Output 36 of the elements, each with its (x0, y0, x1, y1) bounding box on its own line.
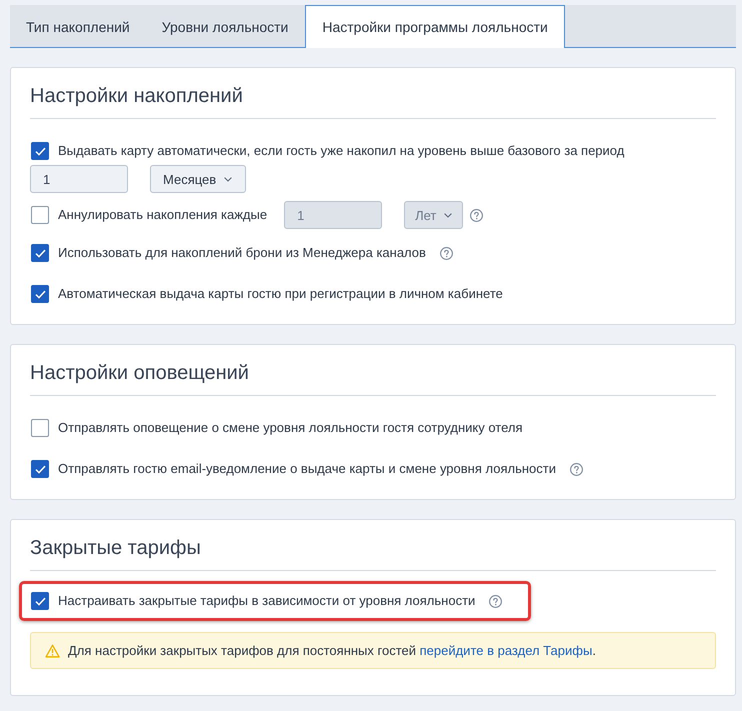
help-icon[interactable] (570, 462, 583, 476)
tab[interactable]: Уровни лояльности (146, 5, 304, 48)
checkmark-icon (34, 596, 46, 606)
checkmark-icon (34, 146, 46, 156)
caret-icon (224, 176, 232, 182)
option-label: Отправлять оповещение о смене уровня лояльности гостя сотруднику отеля (58, 419, 523, 437)
help-icon[interactable] (440, 246, 453, 260)
tab[interactable]: Тип накоплений (10, 5, 146, 48)
checkbox[interactable] (31, 244, 49, 262)
warning-icon (45, 644, 60, 658)
checkbox[interactable] (31, 460, 49, 478)
checkmark-icon (34, 464, 46, 474)
checkmark-icon (34, 248, 46, 258)
period-dropdown[interactable]: Месяцев (150, 165, 246, 193)
option-label: Автоматическая выдача карты гостю при регистрации в личном кабинете (58, 285, 503, 303)
notice-text: Для настройки закрытых тарифов для постоянных гостей перейдите в раздел Тарифы. (68, 643, 596, 658)
tariffs-link[interactable]: перейдите в раздел Тарифы (420, 643, 592, 658)
section-title: Настройки накоплений (30, 84, 244, 109)
option-label: Аннулировать накопления каждые (58, 206, 268, 224)
help-icon[interactable] (470, 208, 484, 222)
option-label: Настраивать закрытые тарифы в зависимости от уровня лояльности (58, 592, 476, 610)
option-label: Использовать для накоплений брони из Менеджера каналов (58, 244, 426, 262)
caret-icon (444, 212, 452, 218)
help-icon[interactable] (489, 594, 502, 608)
number-field[interactable]: 1 (30, 165, 128, 193)
option-label: Выдавать карту автоматически, если гость уже накопил на уровень выше базового за период (58, 142, 624, 160)
tab[interactable]: Настройки программы лояльности (305, 5, 565, 48)
option-label: Отправлять гостю email-уведомление о выдаче карты и смене уровня лояльности (58, 460, 556, 478)
checkbox[interactable] (31, 142, 49, 160)
checkbox[interactable] (31, 206, 49, 224)
section-title: Закрытые тарифы (30, 536, 202, 561)
section-title: Настройки оповещений (30, 361, 250, 386)
checkmark-icon (34, 290, 46, 298)
checkbox[interactable] (31, 592, 49, 610)
checkbox[interactable] (31, 285, 49, 303)
checkbox[interactable] (31, 419, 49, 437)
